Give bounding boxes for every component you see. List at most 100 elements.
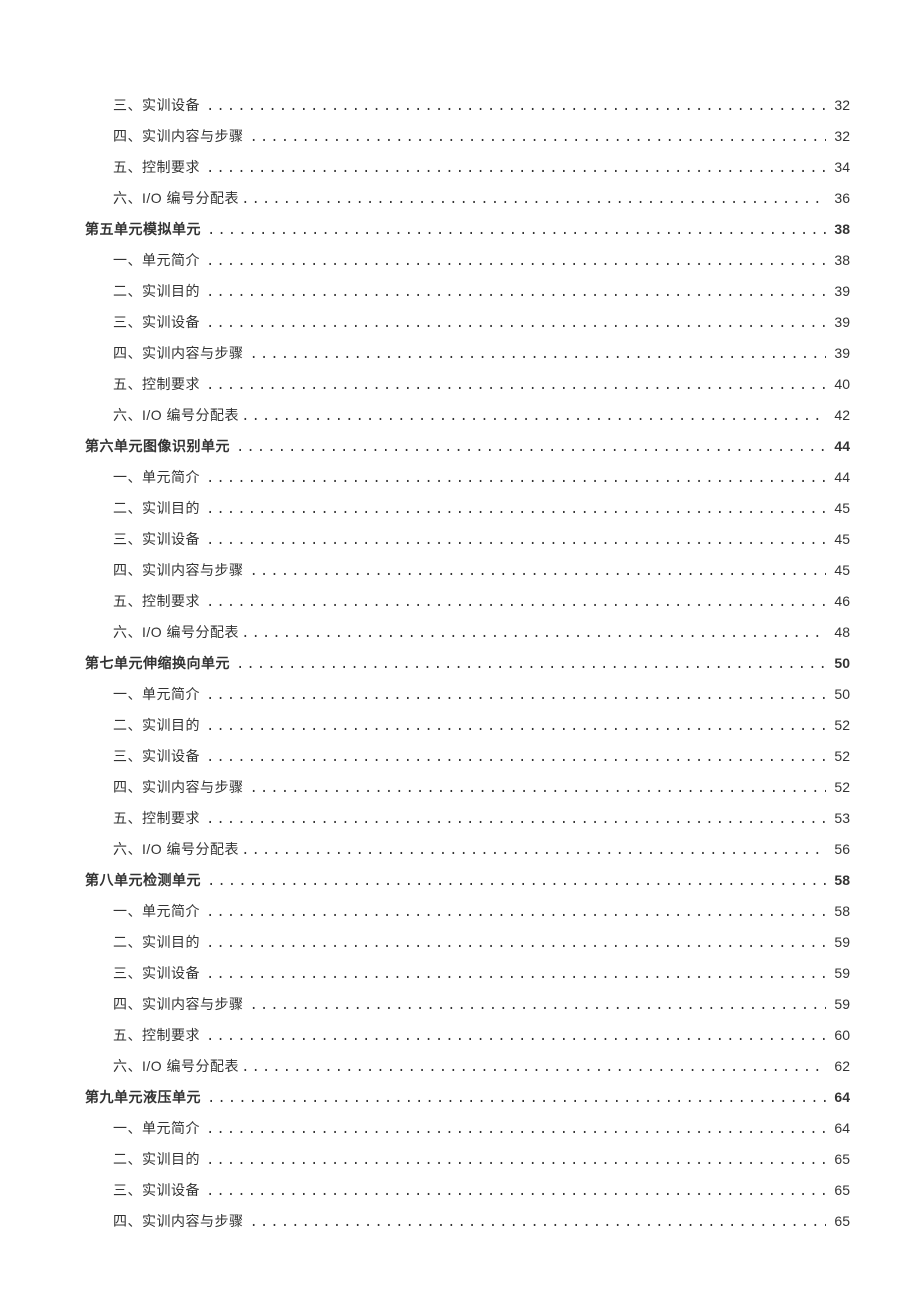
toc-entry[interactable]: 三、实训设备..................................… (85, 90, 850, 121)
toc-entry-label: 五、控制要求 (113, 594, 204, 608)
toc-entry-label: 六、I/O 编号分配表 (113, 625, 239, 639)
toc-leader-dots: ........................................… (204, 1154, 826, 1168)
toc-entry-label: 三、实训设备 (113, 749, 204, 763)
toc-entry-label: 二、实训目的 (113, 284, 204, 298)
toc-entry-page: 60 (826, 1028, 850, 1042)
toc-entry[interactable]: 第六单元图像识别单元..............................… (85, 431, 850, 462)
toc-entry-page: 65 (826, 1214, 850, 1228)
toc-entry[interactable]: 一、单元简介..................................… (85, 1113, 850, 1144)
toc-entry[interactable]: 五、控制要求..................................… (85, 1020, 850, 1051)
toc-entry-page: 56 (826, 842, 850, 856)
toc-leader-dots: ........................................… (204, 255, 826, 269)
toc-entry-page: 50 (826, 656, 850, 670)
toc-entry[interactable]: 六、I/O 编号分配表.............................… (85, 1051, 850, 1082)
toc-leader-dots: ........................................… (204, 968, 826, 982)
toc-entry-page: 52 (826, 718, 850, 732)
toc-entry-label: 一、单元简介 (113, 1121, 204, 1135)
toc-entry[interactable]: 一、单元简介..................................… (85, 245, 850, 276)
toc-entry[interactable]: 六、I/O 编号分配表.............................… (85, 834, 850, 865)
toc-entry-page: 45 (826, 501, 850, 515)
toc-entry-label: 一、单元简介 (113, 470, 204, 484)
toc-entry-page: 59 (826, 935, 850, 949)
toc-entry-page: 39 (826, 284, 850, 298)
toc-entry[interactable]: 五、控制要求..................................… (85, 586, 850, 617)
toc-entry-page: 34 (826, 160, 850, 174)
toc-entry[interactable]: 三、实训设备..................................… (85, 524, 850, 555)
toc-entry-page: 64 (826, 1121, 850, 1135)
toc-leader-dots: ........................................… (239, 193, 826, 207)
toc-entry[interactable]: 三、实训设备..................................… (85, 1175, 850, 1206)
toc-entry[interactable]: 第八单元检测单元................................… (85, 865, 850, 896)
toc-entry[interactable]: 六、I/O 编号分配表.............................… (85, 183, 850, 214)
toc-entry-label: 四、实训内容与步骤 (113, 780, 248, 794)
toc-entry-label: 第九单元液压单元 (85, 1090, 205, 1104)
toc-entry[interactable]: 四、实训内容与步骤...............................… (85, 121, 850, 152)
toc-entry[interactable]: 二、实训目的..................................… (85, 710, 850, 741)
toc-entry[interactable]: 四、实训内容与步骤...............................… (85, 989, 850, 1020)
toc-entry[interactable]: 一、单元简介..................................… (85, 462, 850, 493)
toc-entry-label: 六、I/O 编号分配表 (113, 1059, 239, 1073)
toc-entry-page: 59 (826, 997, 850, 1011)
toc-entry-label: 五、控制要求 (113, 160, 204, 174)
toc-entry-label: 四、实训内容与步骤 (113, 997, 248, 1011)
toc-entry[interactable]: 四、实训内容与步骤...............................… (85, 772, 850, 803)
toc-entry[interactable]: 六、I/O 编号分配表.............................… (85, 617, 850, 648)
toc-leader-dots: ........................................… (205, 875, 826, 889)
toc-entry-label: 第六单元图像识别单元 (85, 439, 234, 453)
toc-entry[interactable]: 五、控制要求..................................… (85, 803, 850, 834)
toc-leader-dots: ........................................… (204, 503, 826, 517)
toc-entry-page: 50 (826, 687, 850, 701)
toc-entry-label: 二、实训目的 (113, 935, 204, 949)
toc-leader-dots: ........................................… (204, 751, 826, 765)
toc-entry[interactable]: 四、实训内容与步骤...............................… (85, 338, 850, 369)
toc-entry[interactable]: 四、实训内容与步骤...............................… (85, 1206, 850, 1237)
toc-entry-label: 三、实训设备 (113, 315, 204, 329)
toc-entry[interactable]: 第五单元模拟单元................................… (85, 214, 850, 245)
toc-leader-dots: ........................................… (204, 100, 826, 114)
toc-entry[interactable]: 六、I/O 编号分配表.............................… (85, 400, 850, 431)
toc-entry-label: 二、实训目的 (113, 501, 204, 515)
toc-entry[interactable]: 四、实训内容与步骤...............................… (85, 555, 850, 586)
toc-entry[interactable]: 二、实训目的..................................… (85, 276, 850, 307)
toc-entry-label: 三、实训设备 (113, 532, 204, 546)
toc-entry-page: 38 (826, 253, 850, 267)
toc-entry[interactable]: 三、实训设备..................................… (85, 958, 850, 989)
toc-entry[interactable]: 二、实训目的..................................… (85, 927, 850, 958)
toc-entry-page: 64 (826, 1090, 850, 1104)
toc-entry[interactable]: 五、控制要求..................................… (85, 369, 850, 400)
toc-leader-dots: ........................................… (204, 906, 826, 920)
toc-entry-label: 四、实训内容与步骤 (113, 563, 248, 577)
toc-entry-label: 二、实训目的 (113, 1152, 204, 1166)
toc-entry-page: 62 (826, 1059, 850, 1073)
toc-entry-page: 38 (826, 222, 850, 236)
toc-entry[interactable]: 一、单元简介..................................… (85, 896, 850, 927)
toc-entry-label: 三、实训设备 (113, 966, 204, 980)
toc-entry[interactable]: 三、实训设备..................................… (85, 741, 850, 772)
toc-entry-page: 52 (826, 780, 850, 794)
toc-entry[interactable]: 第九单元液压单元................................… (85, 1082, 850, 1113)
toc-leader-dots: ........................................… (248, 999, 827, 1013)
toc-entry[interactable]: 五、控制要求..................................… (85, 152, 850, 183)
toc-entry[interactable]: 三、实训设备..................................… (85, 307, 850, 338)
toc-entry-page: 44 (826, 470, 850, 484)
toc-entry-page: 32 (826, 98, 850, 112)
toc-entry-label: 第八单元检测单元 (85, 873, 205, 887)
toc-entry-label: 一、单元简介 (113, 253, 204, 267)
toc-leader-dots: ........................................… (234, 441, 826, 455)
toc-entry-page: 42 (826, 408, 850, 422)
toc-leader-dots: ........................................… (248, 131, 827, 145)
toc-entry[interactable]: 二、实训目的..................................… (85, 1144, 850, 1175)
toc-entry[interactable]: 二、实训目的..................................… (85, 493, 850, 524)
toc-entry-page: 46 (826, 594, 850, 608)
toc-entry-label: 一、单元简介 (113, 904, 204, 918)
toc-entry-page: 59 (826, 966, 850, 980)
toc-entry-page: 58 (826, 873, 850, 887)
toc-entry-page: 39 (826, 315, 850, 329)
toc-entry[interactable]: 第七单元伸缩换向单元..............................… (85, 648, 850, 679)
toc-leader-dots: ........................................… (248, 1216, 827, 1230)
toc-leader-dots: ........................................… (204, 813, 826, 827)
toc-leader-dots: ........................................… (248, 348, 827, 362)
toc-leader-dots: ........................................… (204, 286, 826, 300)
toc-entry[interactable]: 一、单元简介..................................… (85, 679, 850, 710)
toc-leader-dots: ........................................… (204, 937, 826, 951)
